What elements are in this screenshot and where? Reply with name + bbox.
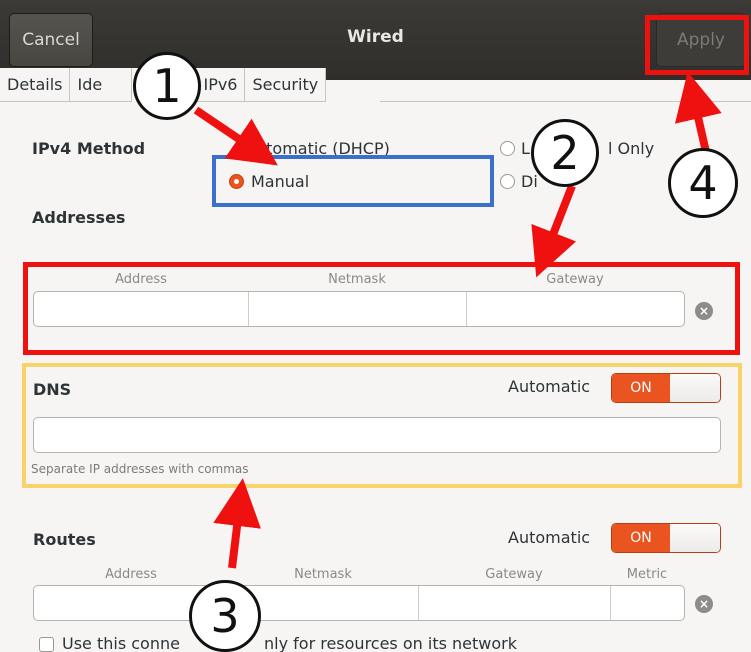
only-local-resources-checkbox[interactable]: [39, 637, 54, 652]
marker-2: 2: [531, 119, 599, 187]
routes-automatic-switch[interactable]: ON: [611, 523, 721, 553]
radio-disable[interactable]: [500, 174, 515, 189]
tab-identity[interactable]: Ide: [70, 68, 133, 102]
routes-switch-knob: [670, 524, 720, 552]
routes-title: Routes: [33, 530, 96, 549]
dialog-title: Wired: [347, 27, 404, 47]
routes-col-gateway: Gateway: [485, 567, 543, 582]
routes-switch-on-label: ON: [612, 524, 670, 552]
tab-security[interactable]: Security: [245, 68, 327, 102]
addresses-title: Addresses: [32, 208, 126, 227]
routes-col-metric: Metric: [626, 567, 668, 582]
marker-1: 1: [133, 52, 201, 120]
dns-highlight-box: [22, 363, 742, 488]
tab-details[interactable]: Details: [0, 68, 71, 102]
radio-link-local[interactable]: [500, 141, 515, 156]
close-circle-icon[interactable]: ×: [695, 595, 713, 613]
tab-ipv6[interactable]: IPv6: [196, 68, 246, 102]
route-metric-input[interactable]: [611, 586, 684, 620]
manual-highlight-box: [212, 155, 494, 207]
routes-entry-row: [33, 585, 685, 621]
checkbox-label-end[interactable]: nly for resources on its network: [264, 634, 517, 652]
routes-col-netmask: Netmask: [294, 567, 352, 582]
addresses-highlight-box: [23, 262, 740, 355]
radio-disable-label[interactable]: Di: [521, 172, 538, 191]
route-gateway-input[interactable]: [419, 586, 611, 620]
ipv4-method-label: IPv4 Method: [32, 139, 146, 158]
routes-col-address: Address: [105, 567, 157, 582]
checkbox-label-start[interactable]: Use this conne: [62, 634, 180, 652]
routes-automatic-label: Automatic: [508, 528, 591, 547]
marker-4: 4: [668, 148, 738, 218]
radio-link-local-label[interactable]: l Only: [608, 139, 654, 158]
radio-link-local-prefix[interactable]: L: [521, 139, 530, 158]
marker-3: 3: [189, 580, 261, 652]
apply-highlight-box: [645, 15, 749, 75]
